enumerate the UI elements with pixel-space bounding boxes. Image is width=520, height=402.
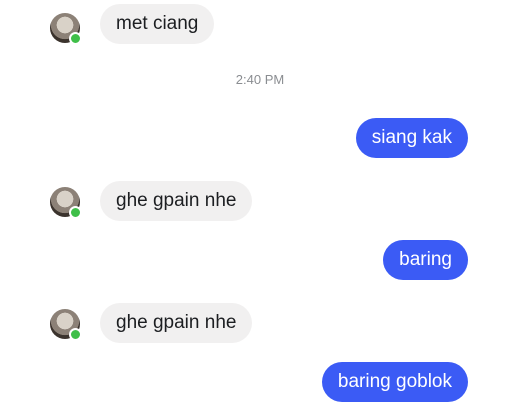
contact-avatar[interactable] [50, 309, 82, 341]
online-status-icon [69, 206, 82, 219]
outgoing-message[interactable]: baring goblok [321, 362, 468, 402]
message-timestamp: 2:40 PM [235, 72, 285, 87]
outgoing-message[interactable]: baring [383, 240, 468, 280]
incoming-message[interactable]: ghe gpain nhe [100, 303, 253, 343]
outgoing-message[interactable]: siang kak [355, 118, 468, 158]
incoming-message[interactable]: ghe gpain nhe [100, 181, 253, 221]
contact-avatar[interactable] [50, 187, 82, 219]
incoming-message[interactable]: met ciang [100, 4, 215, 44]
contact-avatar[interactable] [50, 13, 82, 45]
online-status-icon [69, 328, 82, 341]
chat-thread: met ciang 2:40 PM siang kak ghe gpain nh… [0, 0, 520, 402]
online-status-icon [69, 32, 82, 45]
